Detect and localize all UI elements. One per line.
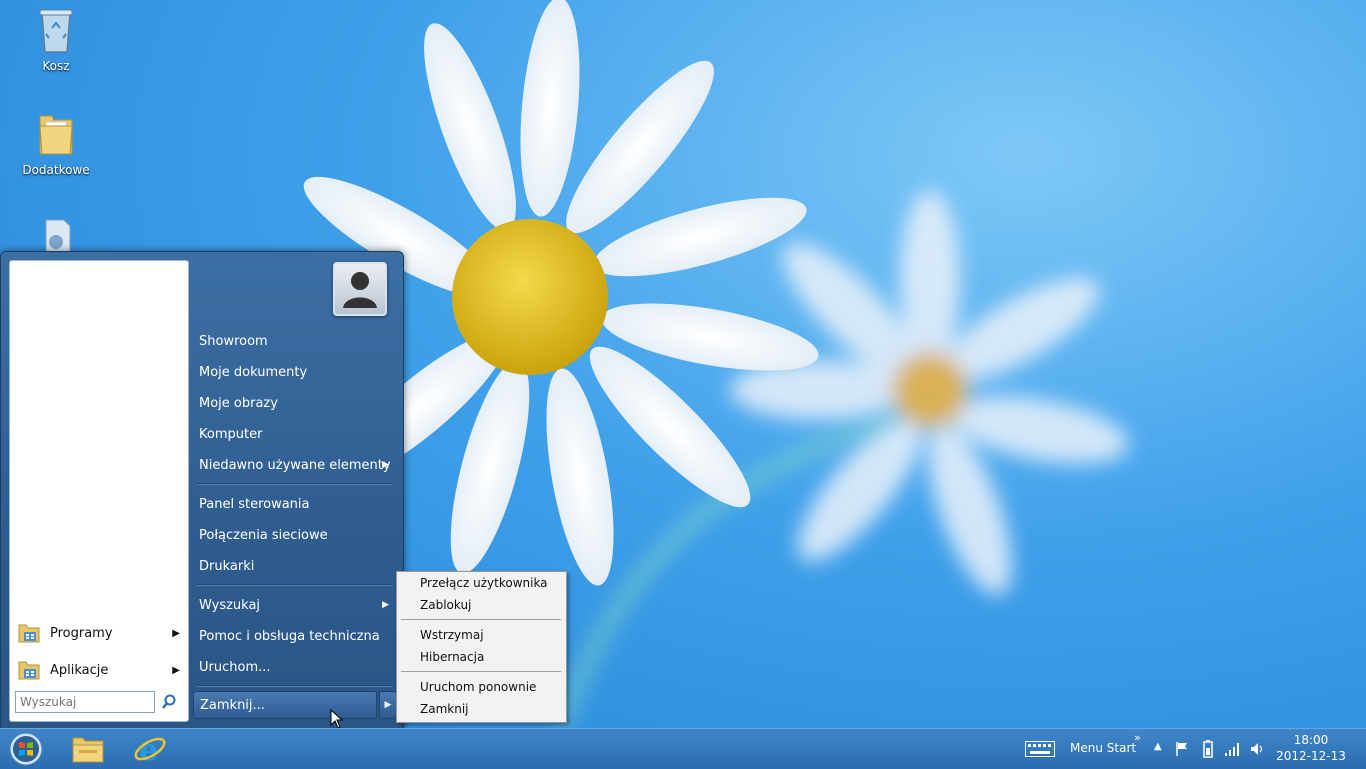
start-link-label: Komputer [199,426,263,442]
menu-item-lock[interactable]: Zablokuj [420,594,471,616]
menu-item-label: Wstrzymaj [420,628,484,642]
start-link-label: Moje dokumenty [199,364,308,380]
start-link-recent-items[interactable]: Niedawno używane elementy ▶ [199,452,395,478]
show-hidden-icons-icon[interactable]: ▲ [1154,741,1162,752]
start-link-label: Niedawno używane elementy [199,457,391,473]
start-link-label: Pomoc i obsługa techniczna [199,628,380,644]
start-search-input[interactable] [15,691,155,713]
start-menu: Programy ▶ Aplikacje ▶ Showroom Moje dok… [0,251,404,730]
clock-date: 2012-12-13 [1276,749,1346,763]
start-link-control-panel[interactable]: Panel sterowania [199,491,395,517]
shutdown-label: Zamknij... [200,697,265,713]
start-item-programs[interactable]: Programy ▶ [18,619,182,647]
clock[interactable]: 18:00 2012-12-13 [1276,733,1346,763]
start-link-computer[interactable]: Komputer [199,421,395,447]
separator [197,584,393,586]
start-link-label: Uruchom... [199,659,271,675]
start-link-printers[interactable]: Drukarki [199,553,395,579]
menu-item-label: Zablokuj [420,598,472,612]
submenu-arrow-icon: ▶ [382,600,389,610]
file-explorer-icon [72,737,104,763]
start-link-label: Wyszukaj [199,597,261,613]
menu-item-label: Zamknij [420,702,469,716]
separator [401,671,561,672]
start-link-network-connections[interactable]: Połączenia sieciowe [199,522,395,548]
separator [197,483,393,485]
shutdown-options-button[interactable]: ▶ [379,691,397,719]
folder-icon [39,115,73,155]
start-menu-left-pane: Programy ▶ Aplikacje ▶ [9,260,189,722]
programs-icon [18,624,40,643]
taskbar: e Menu Start » ▲ 18:00 2012-12-13 [0,728,1366,769]
separator [401,619,561,620]
menu-item-label: Uruchom ponownie [420,680,537,694]
desktop-icon-partial[interactable] [16,216,96,255]
settings-document-icon [45,219,71,253]
search-icon[interactable] [160,693,178,711]
volume-icon[interactable] [1249,741,1265,757]
submenu-arrow-icon: ▶ [172,664,180,676]
network-signal-icon[interactable] [1224,741,1240,757]
menu-item-restart[interactable]: Uruchom ponownie [420,676,536,698]
shutdown-button[interactable]: Zamknij... [193,691,377,719]
svg-text:e: e [139,733,158,766]
mouse-cursor-icon [330,709,344,729]
start-item-label: Programy [50,625,113,641]
desktop-icon-label: Dodatkowe [22,163,90,177]
desktop-icon-folder[interactable]: Dodatkowe [16,110,96,177]
separator [197,685,393,687]
apps-icon [18,661,40,680]
battery-power-icon[interactable] [1200,740,1216,758]
start-link-label: Drukarki [199,558,255,574]
menu-item-switch-user[interactable]: Przełącz użytkownika [420,572,548,594]
desktop-icon-label: Kosz [42,59,70,73]
menu-start-toolbar[interactable]: Menu Start [1070,741,1136,755]
start-orb-icon [9,732,43,766]
shutdown-submenu: Przełącz użytkownika Zablokuj Wstrzymaj … [396,571,567,723]
start-link-label: Moje obrazy [199,395,278,411]
taskbar-internet-explorer[interactable]: e [128,731,172,767]
start-link-search[interactable]: Wyszukaj ▶ [199,592,395,618]
start-link-run[interactable]: Uruchom... [199,654,395,680]
menu-item-label: Przełącz użytkownika [420,576,548,590]
start-link-pictures[interactable]: Moje obrazy [199,390,395,416]
start-link-label: Połączenia sieciowe [199,527,328,543]
recycle-bin-icon [39,9,73,53]
submenu-arrow-icon: ▶ [382,460,389,470]
internet-explorer-icon: e [134,733,166,766]
toolbar-chevron-icon[interactable]: » [1134,731,1141,744]
start-link-help[interactable]: Pomoc i obsługa techniczna [199,623,395,649]
desktop-icon-recycle-bin[interactable]: Kosz [16,6,96,73]
taskbar-file-explorer[interactable] [66,731,110,767]
start-link-label: Panel sterowania [199,496,310,512]
submenu-arrow-icon: ▶ [172,627,180,639]
menu-item-label: Hibernacja [420,650,485,664]
menu-item-shutdown[interactable]: Zamknij [420,698,469,720]
clock-time: 18:00 [1293,733,1329,747]
menu-item-sleep[interactable]: Wstrzymaj [420,624,484,646]
start-link-documents[interactable]: Moje dokumenty [199,359,395,385]
chevron-right-icon: ▶ [384,700,392,710]
start-menu-right-pane: Showroom Moje dokumenty Moje obrazy Komp… [191,252,403,729]
start-link-label: Showroom [199,333,268,349]
keyboard-icon[interactable] [1025,741,1055,757]
menu-item-hibernate[interactable]: Hibernacja [420,646,484,668]
start-link-showroom[interactable]: Showroom [199,328,395,354]
action-center-flag-icon[interactable] [1175,741,1189,757]
start-item-apps[interactable]: Aplikacje ▶ [18,656,182,684]
start-button[interactable] [4,731,48,767]
start-item-label: Aplikacje [50,662,109,678]
